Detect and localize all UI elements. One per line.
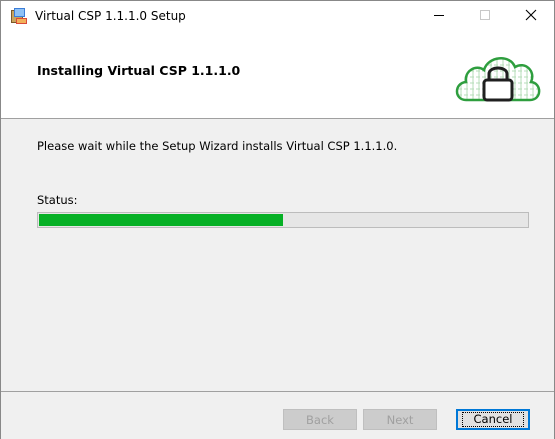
install-message: Please wait while the Setup Wizard insta… [37, 139, 398, 153]
window-title: Virtual CSP 1.1.1.0 Setup [35, 9, 186, 23]
cancel-button-label: Cancel [461, 412, 525, 427]
install-progress-bar [37, 212, 529, 228]
title-bar[interactable]: Virtual CSP 1.1.1.0 Setup [1, 1, 554, 31]
wizard-header: Installing Virtual CSP 1.1.1.0 [1, 31, 554, 119]
progress-fill [39, 214, 283, 226]
installer-icon [10, 7, 28, 25]
minimize-icon [433, 9, 445, 24]
maximize-button[interactable] [462, 1, 508, 31]
close-button[interactable] [508, 1, 554, 31]
next-button-label: Next [386, 412, 414, 427]
page-title: Installing Virtual CSP 1.1.1.0 [37, 63, 241, 78]
back-button[interactable]: Back [283, 409, 357, 430]
cancel-button[interactable]: Cancel [456, 409, 530, 430]
button-bar: Back Next Cancel [1, 391, 554, 439]
next-button[interactable]: Next [363, 409, 437, 430]
close-icon [525, 9, 537, 24]
cloud-lock-icon [452, 50, 544, 106]
status-label: Status: [37, 193, 78, 207]
maximize-icon [479, 9, 491, 24]
minimize-button[interactable] [416, 1, 462, 31]
wizard-body: Please wait while the Setup Wizard insta… [1, 119, 554, 391]
setup-window: Virtual CSP 1.1.1.0 Setup Installing Vir… [0, 0, 555, 439]
back-button-label: Back [306, 412, 334, 427]
